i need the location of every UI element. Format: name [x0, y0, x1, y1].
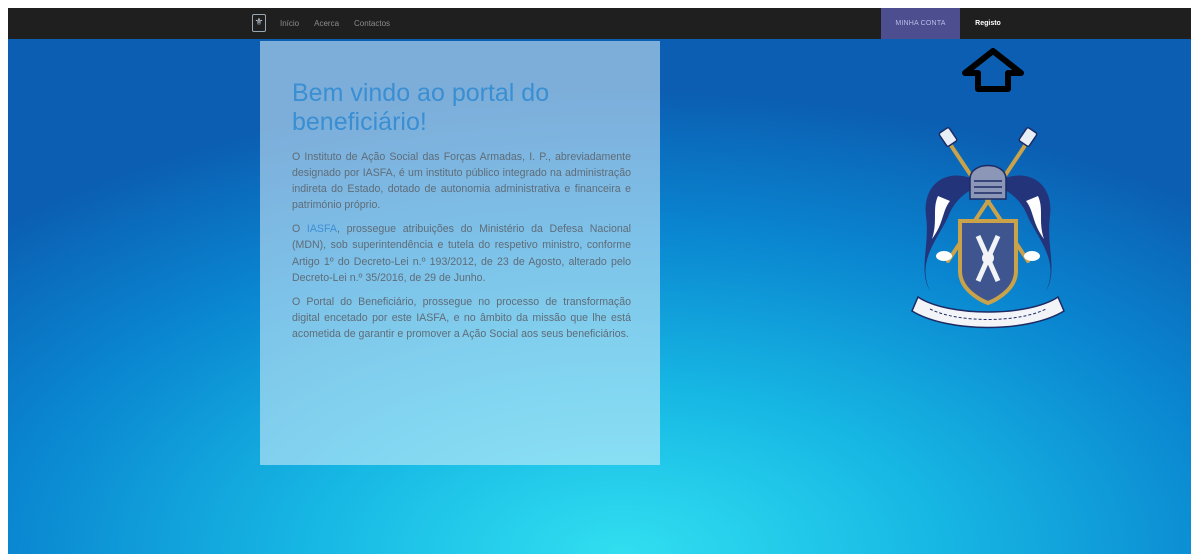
iasfa-link[interactable]: IASFA — [307, 223, 337, 235]
top-navbar: ⚜ Início Acerca Contactos MINHA CONTA Re… — [8, 8, 1191, 39]
coat-of-arms-icon — [911, 127, 1065, 329]
arrow-up-icon — [962, 48, 1024, 92]
nav-links: Início Acerca Contactos — [280, 8, 390, 39]
my-account-button[interactable]: MINHA CONTA — [881, 8, 960, 39]
mission-paragraph: O IASFA, prossegue atribuições do Minist… — [292, 221, 631, 285]
nav-link-inicio[interactable]: Início — [280, 19, 299, 28]
portal-paragraph: O Portal do Beneficiário, prossegue no p… — [292, 295, 631, 340]
page-title: Bem vindo ao portal do beneficiário! — [292, 79, 550, 136]
page-background: ⚜ Início Acerca Contactos MINHA CONTA Re… — [8, 8, 1191, 554]
register-link[interactable]: Registo — [964, 8, 1012, 39]
nav-link-acerca[interactable]: Acerca — [314, 19, 339, 28]
paragraph-text: , prossegue atribuições do Ministério da… — [292, 223, 631, 284]
welcome-panel: Bem vindo ao portal do beneficiário! O I… — [260, 41, 660, 465]
paragraph-prefix: O — [292, 223, 307, 236]
intro-paragraph: O Instituto de Ação Social das Forças Ar… — [292, 151, 631, 212]
iasfa-logo-icon[interactable]: ⚜ — [252, 14, 266, 32]
nav-link-contactos[interactable]: Contactos — [354, 19, 390, 28]
